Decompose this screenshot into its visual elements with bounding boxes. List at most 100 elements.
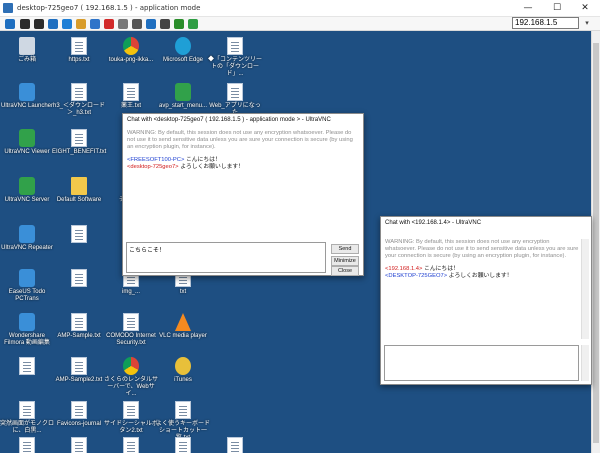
- sakura-server-icon: [123, 357, 139, 375]
- desktop-shortcut[interactable]: [52, 269, 106, 289]
- bottom-file-4-icon: [175, 437, 191, 453]
- desktop-shortcut[interactable]: [208, 437, 262, 453]
- filmora-icon: [19, 313, 35, 331]
- desktop-shortcut[interactable]: COMODO Internet Security.txt: [104, 313, 158, 347]
- easeus-todo-icon: [19, 269, 35, 287]
- desktop-shortcut[interactable]: UltraVNC Viewer: [0, 129, 54, 156]
- desktop-shortcut[interactable]: ごみ箱: [0, 37, 54, 64]
- message-sender: <192.168.1.4>: [385, 266, 423, 272]
- yakuou-txt-icon: [123, 83, 139, 101]
- vertical-scrollbar[interactable]: [591, 31, 600, 453]
- amp-sample-icon: [71, 313, 87, 331]
- itunes-icon: [175, 357, 191, 375]
- desktop-shortcut[interactable]: https.txt: [52, 37, 106, 64]
- desktop-shortcut-label: 薬王.txt: [120, 103, 141, 109]
- desktop-shortcut[interactable]: Favicons-journal: [52, 401, 106, 428]
- chat-input-scrollbar[interactable]: [581, 345, 589, 381]
- desktop-shortcut[interactable]: VLC media player: [156, 313, 210, 340]
- bottom-file-1-icon: [19, 437, 35, 453]
- minimize-chat-button[interactable]: Minimize: [331, 256, 359, 266]
- encryption-warning: WARNING: By default, this session does n…: [385, 239, 579, 259]
- chat-window-main: Chat with <desktop-725geo7 ( 192.168.1.5…: [122, 113, 364, 276]
- desktop-shortcut[interactable]: [52, 437, 106, 453]
- desktop-shortcut-label: ごみ箱: [17, 57, 36, 63]
- desktop-shortcut[interactable]: EIGHT_BENEFIT.txt: [52, 129, 106, 156]
- close-connection-icon[interactable]: [160, 19, 170, 29]
- desktop-shortcut[interactable]: [52, 225, 106, 245]
- content-download-icon: [227, 37, 243, 55]
- stop-icon[interactable]: [104, 19, 114, 29]
- desktop-shortcut[interactable]: 突然画面がモノクロに、白黒...: [0, 401, 54, 435]
- rect-icon[interactable]: [146, 19, 156, 29]
- maximize-button[interactable]: ☐: [543, 1, 571, 15]
- default-software-icon: [71, 177, 87, 195]
- chat-icon[interactable]: [118, 19, 128, 29]
- file-icon[interactable]: [76, 19, 86, 29]
- desktop-shortcut[interactable]: AMP-Sample2.txt: [52, 357, 106, 384]
- h3-download-icon: [71, 83, 87, 101]
- desktop-shortcut[interactable]: Microsoft Edge: [156, 37, 210, 64]
- desktop-shortcut-label: https.txt: [68, 57, 90, 63]
- amp-sample2-icon: [71, 357, 87, 375]
- desktop-shortcut[interactable]: [0, 357, 54, 377]
- avp-start-menu-icon: [175, 83, 191, 101]
- chat-input[interactable]: [384, 345, 579, 381]
- desktop-shortcut-label: iTunes: [174, 377, 192, 383]
- vnc-toolbar: [0, 17, 600, 31]
- settings-icon[interactable]: [34, 19, 44, 29]
- send-button[interactable]: Send: [331, 244, 359, 254]
- ip-address-input[interactable]: 192.168.1.5: [512, 17, 579, 29]
- minimize-button[interactable]: —: [514, 1, 542, 15]
- https-txt-icon: [71, 37, 87, 55]
- info-icon[interactable]: [90, 19, 100, 29]
- scrollbar-thumb[interactable]: [593, 43, 599, 443]
- desktop-shortcut[interactable]: サイドシーシャルボタン2.txt: [104, 401, 158, 435]
- side-social-button-icon: [123, 401, 139, 419]
- desktop-shortcut[interactable]: UltraVNC Server: [0, 177, 54, 204]
- desktop-shortcut[interactable]: Default Software: [52, 177, 106, 204]
- desktop-shortcut-label: Default Software: [56, 197, 102, 203]
- desktop-shortcut-label: Wondershare Filmora 動画編集: [4, 333, 50, 346]
- desktop-shortcut[interactable]: よく使うキーボードショートカット一覧.txt: [156, 401, 210, 442]
- copy-icon[interactable]: [48, 19, 58, 29]
- bottom-file-5-icon: [227, 437, 243, 453]
- chat-scrollbar[interactable]: [581, 239, 589, 339]
- desktop-shortcut[interactable]: UltraVNC Repeater: [0, 225, 54, 252]
- desktop-shortcut[interactable]: Wondershare Filmora 動画編集: [0, 313, 54, 347]
- options-icon[interactable]: [174, 19, 184, 29]
- send-ctrl-alt-del-icon[interactable]: [5, 19, 15, 29]
- desktop-shortcut-label: Favicons-journal: [56, 421, 102, 427]
- desktop-shortcut[interactable]: [0, 437, 54, 453]
- close-chat-button[interactable]: Close: [331, 266, 359, 276]
- close-button[interactable]: ✕: [571, 1, 599, 15]
- desktop-shortcut[interactable]: touka-png-ikka...: [104, 37, 158, 64]
- desktop-shortcut[interactable]: さくらのレンタルサーバーで、Webサイ...: [104, 357, 158, 398]
- desktop-shortcut-label: AMP-Sample.txt: [57, 333, 101, 339]
- desktop-shortcut[interactable]: [104, 437, 158, 453]
- touka-png-icon: [123, 37, 139, 55]
- desktop-shortcut[interactable]: UltraVNC Launcher: [0, 83, 54, 110]
- keyboard-shortcuts-icon: [175, 401, 191, 419]
- blurred-file-2-icon: [71, 269, 87, 287]
- connection-icon[interactable]: [188, 19, 198, 29]
- desktop-shortcut[interactable]: EaseUS Todo PCTrans: [0, 269, 54, 303]
- desktop-shortcut[interactable]: iTunes: [156, 357, 210, 384]
- desktop-shortcut-label: txt: [179, 289, 187, 295]
- favicons-journal-icon: [71, 401, 87, 419]
- desktop-shortcut[interactable]: [156, 437, 210, 453]
- desktop-shortcut[interactable]: AMP-Sample.txt: [52, 313, 106, 340]
- windows-key-icon[interactable]: [62, 19, 72, 29]
- fullscreen-icon[interactable]: [132, 19, 142, 29]
- eight-benefit-icon: [71, 129, 87, 147]
- refresh-icon[interactable]: [20, 19, 30, 29]
- chat-history: WARNING: By default, this session does n…: [385, 239, 579, 339]
- desktop-shortcut[interactable]: 薬王.txt: [104, 83, 158, 110]
- chat-input[interactable]: こちらこそ！: [126, 242, 326, 273]
- desktop-shortcut[interactable]: avp_start_menu...: [156, 83, 210, 110]
- desktop-shortcut-label: EaseUS Todo PCTrans: [8, 289, 46, 302]
- desktop-shortcut[interactable]: ◆「コンテンツリートの「ダウンロード」...: [208, 37, 262, 78]
- bottom-file-2-icon: [71, 437, 87, 453]
- desktop-shortcut[interactable]: h3_＜ダウンロード＞_h3.txt: [52, 83, 106, 117]
- desktop-shortcut-label: touka-png-ikka...: [108, 57, 154, 63]
- chevron-down-icon[interactable]: ▾: [581, 17, 593, 29]
